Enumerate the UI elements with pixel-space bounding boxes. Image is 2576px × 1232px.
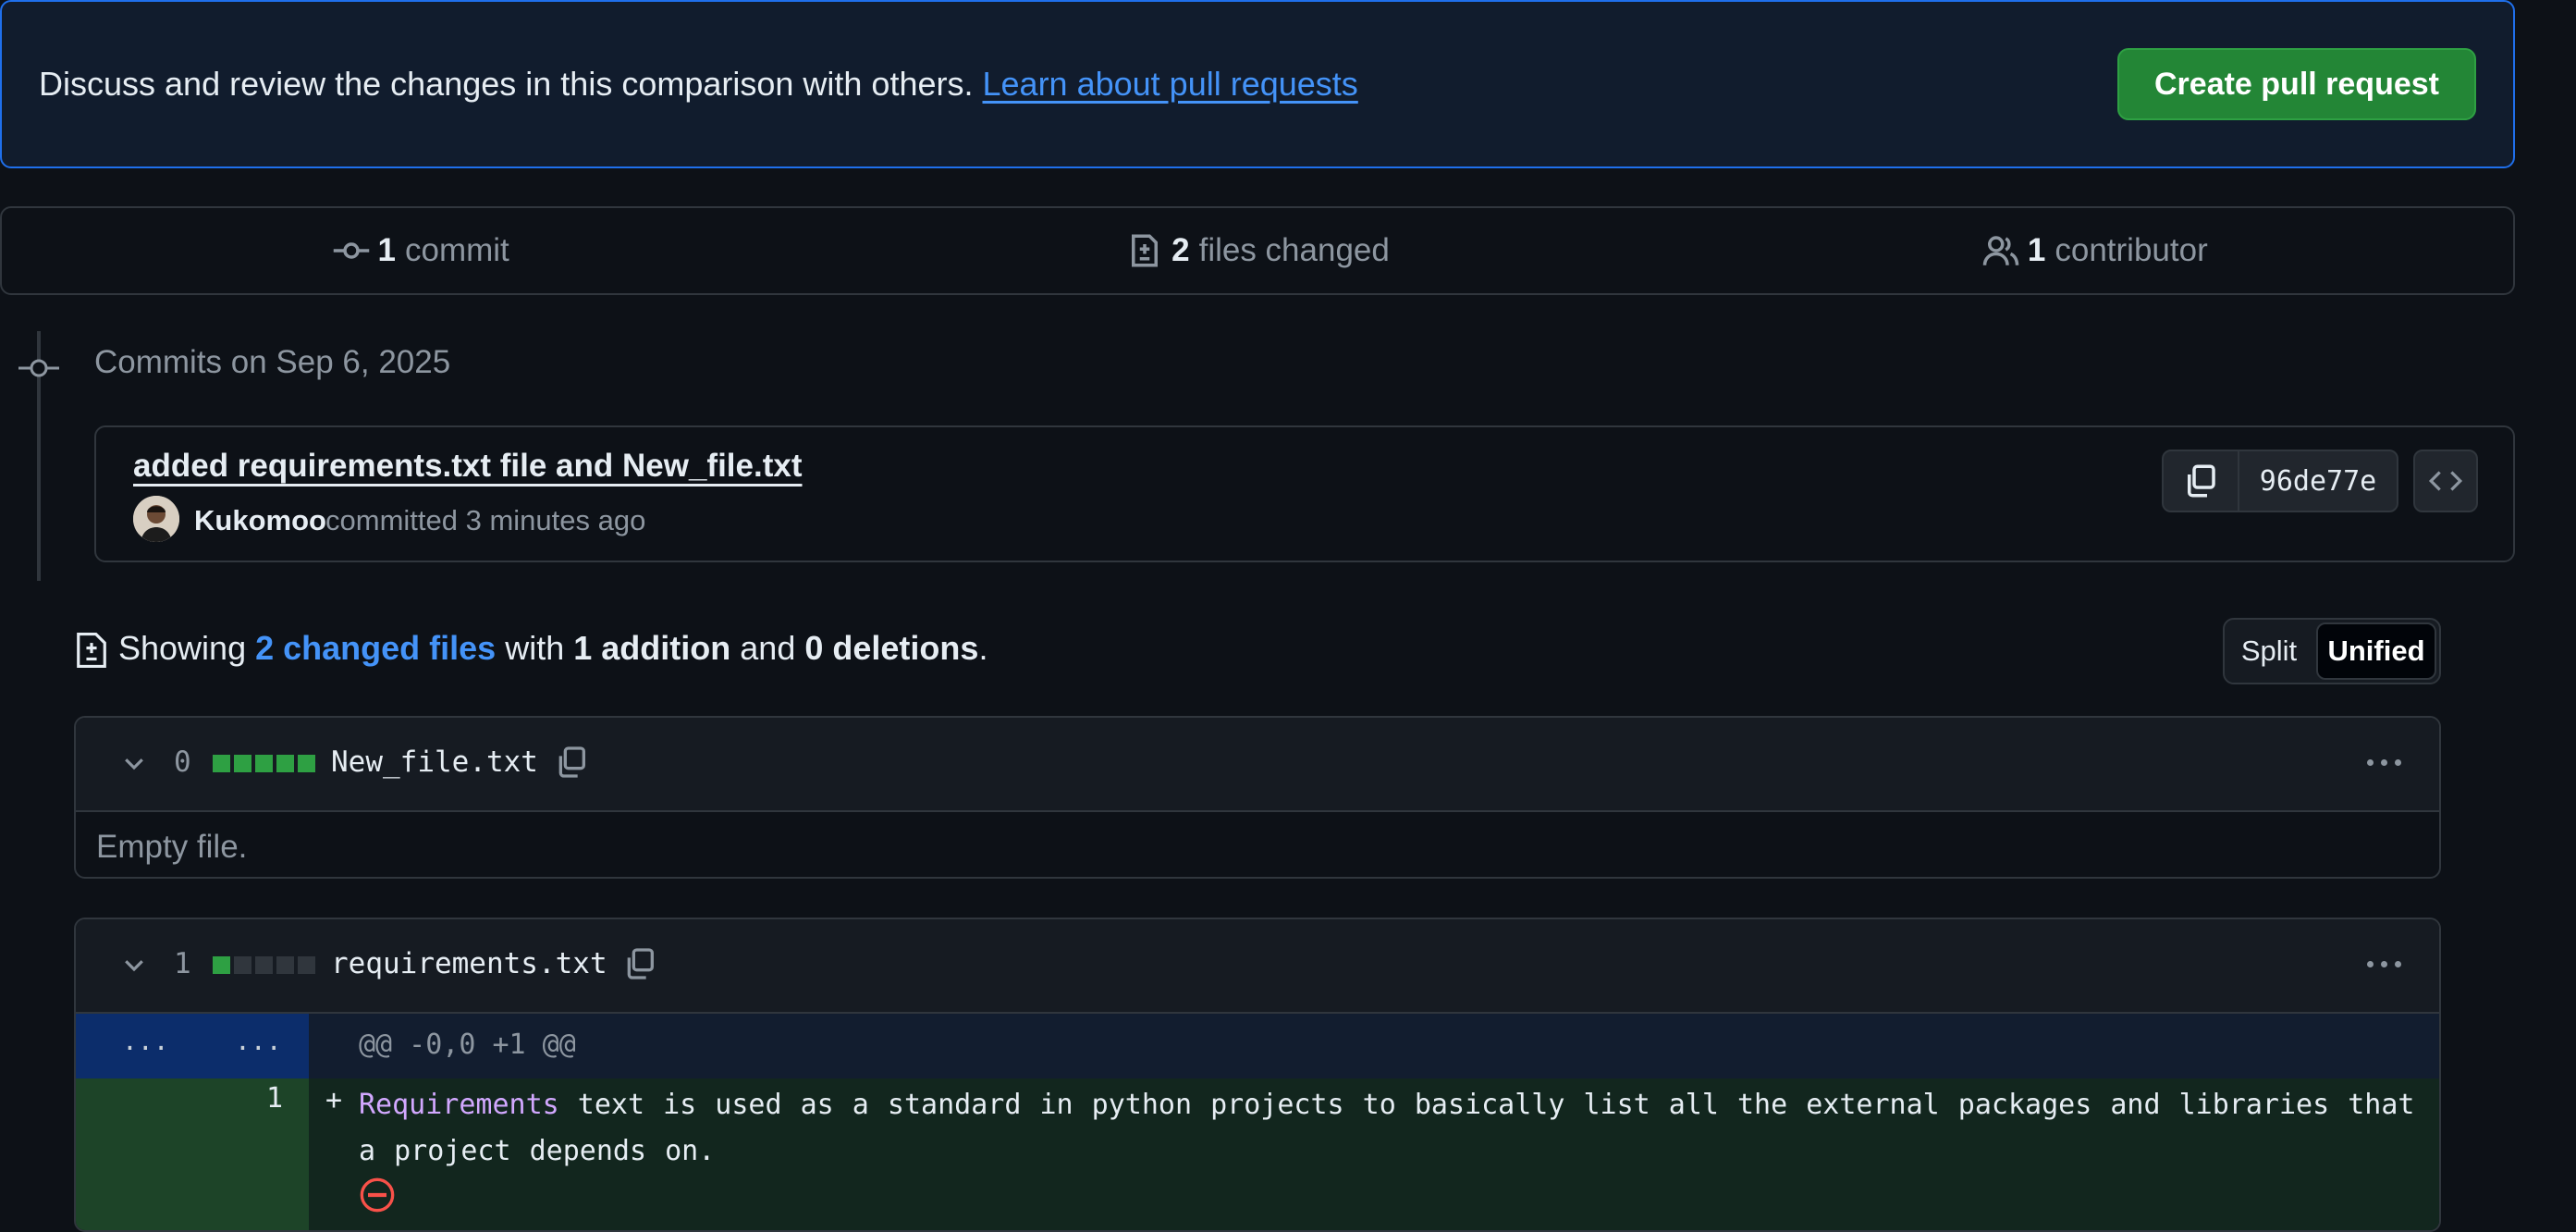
git-commit-icon	[18, 359, 59, 377]
contributors-label: contributor	[2055, 232, 2208, 268]
git-commit-icon	[333, 242, 369, 259]
copy-icon[interactable]	[621, 945, 658, 982]
file-name-link[interactable]: New_file.txt	[331, 745, 538, 779]
copy-icon	[2188, 464, 2215, 498]
code-icon	[2428, 471, 2463, 491]
diffstat-block	[213, 755, 230, 772]
diffstat-block	[255, 956, 273, 974]
file-name-link[interactable]: requirements.txt	[331, 947, 607, 980]
commit-sha-group: 96de77e	[2162, 450, 2398, 512]
avatar[interactable]	[133, 496, 179, 542]
file-diff: 1 requirements.txt ... ... @@ -0,0 +1 @@…	[74, 918, 2441, 1232]
file-change-count: 1	[174, 947, 191, 980]
changed-files-link[interactable]: 2 changed files	[255, 629, 496, 667]
code-keyword: Requirements	[359, 1089, 559, 1121]
code-text: text is used as a standard in python pro…	[359, 1089, 2415, 1167]
hunk-header-row	[309, 1014, 2439, 1078]
compare-summary: 1 commit 2 files changed 1 contributor	[0, 206, 2515, 295]
chevron-down-icon[interactable]	[120, 749, 148, 777]
hunk-header: @@ -0,0 +1 @@	[359, 1029, 576, 1061]
line-sign: +	[325, 1084, 343, 1116]
contributors-summary[interactable]: 1 contributor	[1676, 231, 2513, 270]
commits-summary[interactable]: 1 commit	[2, 231, 839, 270]
diffstat	[213, 755, 315, 772]
file-header: 1 requirements.txt	[76, 919, 2439, 1014]
diffstat-block	[276, 956, 294, 974]
banner-text: Discuss and review the changes in this c…	[39, 65, 1358, 104]
hunk-right-marker: ...	[235, 1026, 282, 1056]
create-pull-request-button[interactable]: Create pull request	[2117, 48, 2476, 120]
learn-pull-requests-link[interactable]: Learn about pull requests	[983, 65, 1358, 103]
diffstat-block	[255, 755, 273, 772]
diff-summary-text: Showing 2 changed files with 1 addition …	[118, 629, 987, 668]
contributors-count: 1	[2027, 232, 2046, 268]
banner-message: Discuss and review the changes in this c…	[39, 65, 974, 103]
split-view-button[interactable]: Split	[2225, 620, 2313, 683]
showing-with: with	[505, 629, 565, 667]
diffstat-block	[213, 956, 230, 974]
showing-prefix: Showing	[118, 629, 247, 667]
commit-timestamp: committed 3 minutes ago	[325, 504, 646, 536]
commits-date-heading: Commits on Sep 6, 2025	[94, 344, 451, 380]
commits-label: commit	[405, 232, 509, 268]
line-number[interactable]: 1	[266, 1082, 283, 1115]
diffstat-block	[234, 755, 251, 772]
files-count: 2	[1171, 232, 1190, 268]
file-change-count: 0	[174, 745, 191, 779]
files-summary[interactable]: 2 files changed	[839, 231, 1675, 270]
deletions-count: 0 deletions	[804, 629, 979, 667]
hunk-left-marker: ...	[122, 1026, 169, 1056]
showing-and: and	[740, 629, 796, 667]
file-options-button[interactable]	[2356, 943, 2411, 984]
commit-author-link[interactable]: Kukomoo	[194, 504, 326, 537]
commits-count: 1	[377, 232, 396, 268]
file-options-button[interactable]	[2356, 742, 2411, 782]
diffstat	[213, 956, 315, 974]
file-diff: 0 New_file.txt Empty file.	[74, 716, 2441, 879]
chevron-down-icon[interactable]	[120, 951, 148, 979]
diffstat-block	[298, 755, 315, 772]
code-line: Requirements text is used as a standard …	[359, 1082, 2421, 1175]
people-icon	[1982, 236, 2019, 265]
additions-count: 1 addition	[573, 629, 731, 667]
diffstat-block	[298, 956, 315, 974]
copy-sha-button[interactable]	[2164, 451, 2239, 511]
unified-view-button[interactable]: Unified	[2316, 622, 2436, 680]
empty-file-message: Empty file.	[96, 829, 248, 865]
diffstat-block	[234, 956, 251, 974]
browse-repository-button[interactable]	[2413, 450, 2478, 512]
file-diff-icon	[77, 633, 106, 668]
copy-icon[interactable]	[553, 744, 590, 781]
diffstat-block	[276, 755, 294, 772]
commit-title-link[interactable]: added requirements.txt file and New_file…	[133, 448, 803, 485]
commit-sha-link[interactable]: 96de77e	[2239, 451, 2397, 511]
file-diff-icon	[1132, 234, 1159, 267]
showing-suffix: .	[978, 629, 988, 667]
no-newline-icon	[360, 1177, 395, 1213]
commit-item	[94, 425, 2515, 562]
diff-view-toggle: Split Unified	[2223, 618, 2441, 684]
file-header: 0 New_file.txt	[76, 718, 2439, 812]
files-label: files changed	[1198, 232, 1390, 268]
